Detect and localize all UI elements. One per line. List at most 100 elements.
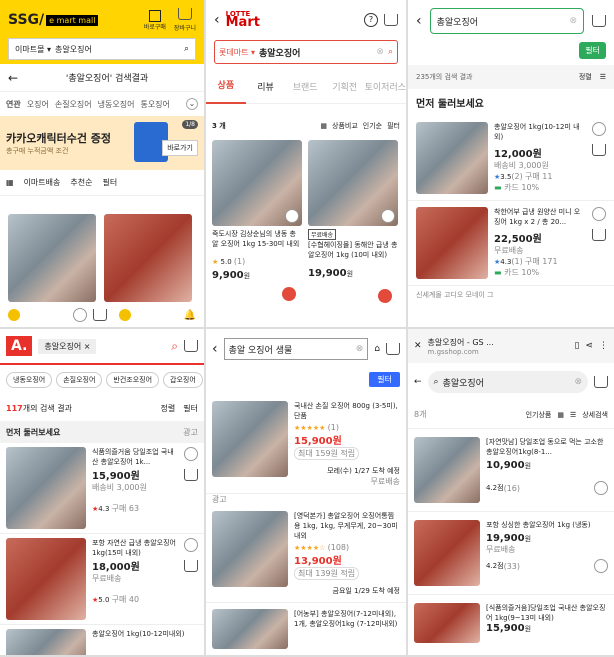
- chip[interactable]: 냉동오징어: [6, 372, 53, 388]
- product-row[interactable]: 포항 싱싱한 총알오징어 1kg (냉동) 19,900원 무료배송 4.2점(…: [408, 512, 614, 595]
- a-logo[interactable]: A.: [6, 336, 33, 356]
- filter-button[interactable]: 필터: [387, 121, 400, 131]
- product-image[interactable]: [414, 520, 480, 586]
- filter-button[interactable]: 필터: [369, 371, 400, 387]
- product-image[interactable]: [212, 511, 288, 587]
- filter-button[interactable]: 필터: [579, 42, 606, 59]
- clear-icon[interactable]: ⊗: [574, 377, 582, 387]
- product-row[interactable]: [자연맛남] 당일조업 동으로 먹는 고소한 총알오징어1kg(8-1... 1…: [408, 429, 614, 512]
- back-arrow-icon[interactable]: ←: [414, 377, 422, 387]
- grid-view-icon[interactable]: ▦: [6, 178, 14, 187]
- product-image[interactable]: [6, 629, 86, 655]
- filter-button[interactable]: 필터: [183, 403, 198, 414]
- add-cart-button[interactable]: [282, 287, 296, 301]
- cart-icon[interactable]: [592, 144, 606, 156]
- filter-button[interactable]: 필터: [102, 177, 117, 188]
- product-image[interactable]: [8, 214, 96, 302]
- tag-item[interactable]: 오징어: [27, 99, 49, 110]
- buy-now-button[interactable]: 바로구매: [144, 9, 166, 31]
- clear-icon[interactable]: ⊗: [569, 16, 577, 26]
- cart-icon[interactable]: [592, 15, 606, 27]
- sort-select[interactable]: 추천순: [70, 177, 92, 188]
- cart-icon[interactable]: [184, 340, 198, 352]
- grid-view-icon[interactable]: ▦: [557, 411, 564, 419]
- product-image[interactable]: [212, 401, 288, 477]
- tab-brand[interactable]: 브랜드: [285, 80, 325, 93]
- share-icon[interactable]: ⋖: [585, 341, 593, 351]
- heart-icon[interactable]: [184, 447, 198, 461]
- clear-icon[interactable]: ⊗: [376, 47, 384, 57]
- cart-icon[interactable]: [92, 309, 107, 321]
- heart-icon[interactable]: [592, 207, 606, 221]
- chevron-down-icon[interactable]: ⌄: [186, 98, 198, 110]
- emart-delivery-toggle[interactable]: 이마트배송: [24, 177, 61, 188]
- search-chip[interactable]: 총알오징어 ×: [38, 338, 97, 354]
- product-card[interactable]: 죽도시장 김상순님의 냉동 총알 오징어 1kg 15-30미 내외 ★ 5.0…: [212, 140, 302, 301]
- product-image[interactable]: [308, 140, 398, 226]
- heart-icon[interactable]: [381, 209, 395, 223]
- product-row[interactable]: 총알오징어 1kg(10-12미 내외) 12,000원 배송비 3,000원 …: [408, 116, 614, 201]
- clear-icon[interactable]: ⊗: [356, 344, 364, 354]
- list-view-icon[interactable]: ☰: [600, 73, 606, 81]
- cart-icon[interactable]: [594, 376, 608, 388]
- heart-icon[interactable]: [285, 209, 299, 223]
- back-chevron-icon[interactable]: ‹: [416, 13, 422, 29]
- back-chevron-icon[interactable]: ‹: [214, 12, 220, 28]
- search-icon[interactable]: ⌕: [388, 47, 393, 57]
- cart-icon[interactable]: [384, 14, 398, 26]
- search-input[interactable]: 총알오징어: [55, 44, 180, 55]
- cart-icon[interactable]: [184, 469, 198, 481]
- tab-promotion[interactable]: 기획전: [325, 80, 365, 93]
- search-bar[interactable]: ⌕ 총알오징어 ⊗: [427, 371, 588, 393]
- chip[interactable]: 갑오징어: [163, 372, 203, 388]
- search-icon[interactable]: ⌕: [171, 339, 178, 354]
- promo-banner[interactable]: 카카오캐릭터수건 증정 총구매 누적금액 조건 1/8 바로가기: [0, 116, 204, 170]
- search-icon[interactable]: ⌕: [184, 44, 189, 54]
- help-icon[interactable]: ?: [364, 13, 378, 27]
- bookmark-icon[interactable]: ▯: [575, 341, 580, 351]
- ssg-logo[interactable]: SSG/e mart mall: [8, 12, 99, 28]
- banner-button[interactable]: 바로가기: [162, 140, 198, 156]
- close-icon[interactable]: ✕: [414, 341, 422, 351]
- close-icon[interactable]: ×: [84, 342, 91, 351]
- sort-select[interactable]: 인기상품: [526, 410, 552, 420]
- search-input[interactable]: 총알오징어: [259, 46, 372, 59]
- tag-item[interactable]: 손질오징어: [55, 99, 92, 110]
- lotte-logo[interactable]: LOTTE Mart: [226, 10, 260, 29]
- search-input[interactable]: 총알 오징어 생물: [229, 343, 356, 356]
- heart-icon[interactable]: [594, 559, 608, 573]
- tab-toys[interactable]: 토이저러스: [365, 80, 406, 93]
- product-image[interactable]: [6, 447, 86, 529]
- sort-select[interactable]: 인기순: [363, 121, 382, 131]
- heart-icon[interactable]: [592, 122, 606, 136]
- product-row[interactable]: 착한어부 급냉 원양산 미니 오징어 1kg x 2 / 총 20... 22,…: [408, 201, 614, 286]
- tag-item[interactable]: 통오징어: [140, 99, 169, 110]
- compare-button[interactable]: 상품비교: [332, 121, 358, 131]
- product-image[interactable]: [212, 140, 302, 226]
- back-chevron-icon[interactable]: ‹: [212, 341, 218, 357]
- product-image[interactable]: [6, 538, 86, 620]
- cart-icon[interactable]: [386, 343, 400, 355]
- grid-view-icon[interactable]: ▦: [320, 122, 327, 130]
- product-row[interactable]: 국내산 손질 오징어 800g (3-5미), 단품 ★★★★★ (1) 15,…: [206, 395, 406, 494]
- search-input[interactable]: 총알오징어: [443, 376, 571, 389]
- store-select[interactable]: 롯데마트 ▾: [219, 47, 255, 58]
- home-icon[interactable]: ⌂: [374, 344, 380, 354]
- product-image[interactable]: [104, 214, 192, 302]
- product-image[interactable]: [414, 437, 480, 503]
- sort-select[interactable]: 정렬: [579, 72, 592, 82]
- tab-products[interactable]: 상품: [206, 70, 246, 104]
- cart-icon[interactable]: [184, 560, 198, 572]
- product-row[interactable]: 포항 자연산 급냉 총알오징어 1kg(15미 내외) 18,000원 무료배송…: [0, 534, 204, 625]
- cart-button[interactable]: 장바구니: [174, 8, 196, 32]
- tab-reviews[interactable]: 리뷰: [246, 80, 286, 93]
- bell-icon[interactable]: 🔔: [184, 310, 196, 321]
- cart-icon[interactable]: [592, 229, 606, 241]
- tag-item[interactable]: 냉동오징어: [98, 99, 135, 110]
- search-bar[interactable]: 이마트몰 ▾ 총알오징어 ⌕: [8, 38, 196, 60]
- product-row[interactable]: [어농부] 총알오징어(7-12미내외), 1개, 총알오징어1kg (7-12…: [206, 603, 406, 655]
- product-image[interactable]: [212, 609, 288, 649]
- detail-search-button[interactable]: 상세검색: [582, 410, 608, 420]
- store-select[interactable]: 이마트몰 ▾: [15, 44, 51, 55]
- heart-icon[interactable]: [72, 308, 87, 322]
